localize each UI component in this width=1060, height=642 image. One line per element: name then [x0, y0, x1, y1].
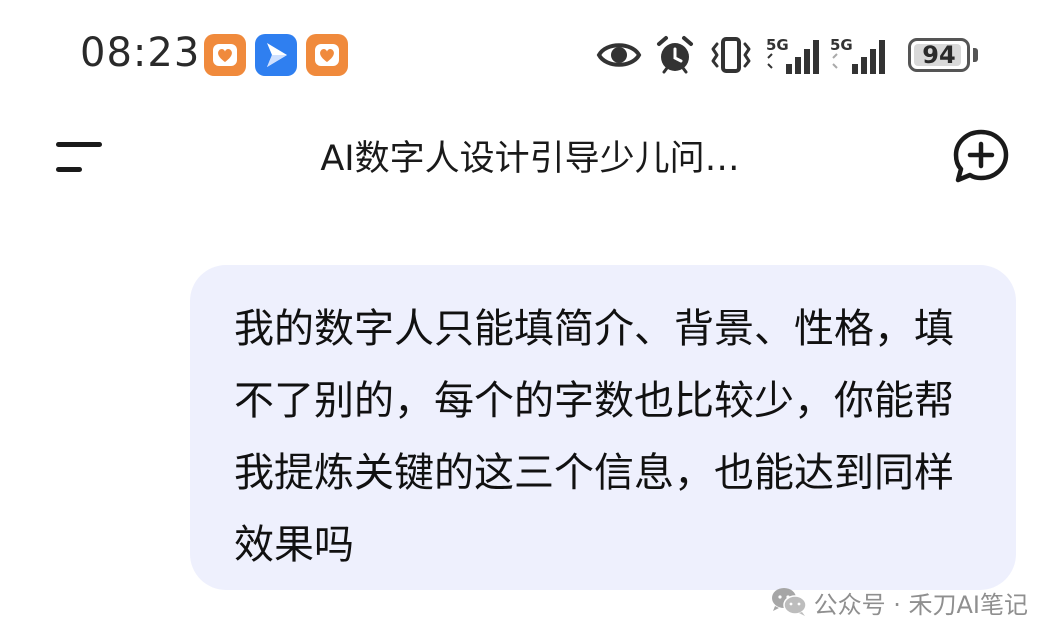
user-message-bubble[interactable]: 我的数字人只能填简介、背景、性格，填不了别的，每个的字数也比较少，你能帮我提炼关…: [190, 265, 1016, 590]
vibrate-icon: [711, 37, 751, 73]
signal-1-label: 5G: [766, 36, 789, 54]
paper-plane-app-icon: [255, 34, 297, 76]
watermark-text: 公众号 · 禾刀AI笔记: [813, 590, 1028, 619]
eye-icon: [596, 43, 642, 67]
new-chat-plus-icon[interactable]: [950, 128, 1012, 184]
battery-tip: [973, 48, 978, 62]
signal-icon: 5G: [766, 36, 819, 74]
heart-app-icon: [306, 34, 348, 76]
signal-icon: 5G: [830, 36, 885, 74]
page-title: AI数字人设计引导少儿问…: [320, 139, 740, 179]
status-time: 08:23: [80, 30, 201, 76]
user-message-text: 我的数字人只能填简介、背景、性格，填不了别的，每个的字数也比较少，你能帮我提炼关…: [234, 306, 954, 568]
battery-percent: 94: [922, 41, 956, 69]
chat-screen: 08:23 5G 5G 94 AI数字人设计引导少儿问… 我的数字人只能填简介、…: [0, 0, 1060, 642]
watermark: 公众号 · 禾刀AI笔记: [770, 582, 1028, 622]
signal-2-label: 5G: [830, 36, 853, 54]
menu-icon[interactable]: [54, 140, 106, 174]
heart-app-icon: [204, 34, 246, 76]
battery-indicator: 94: [908, 38, 970, 72]
status-bar: 08:23 5G 5G 94: [0, 0, 1060, 112]
alarm-icon: [657, 36, 693, 74]
wechat-icon: [771, 588, 807, 616]
